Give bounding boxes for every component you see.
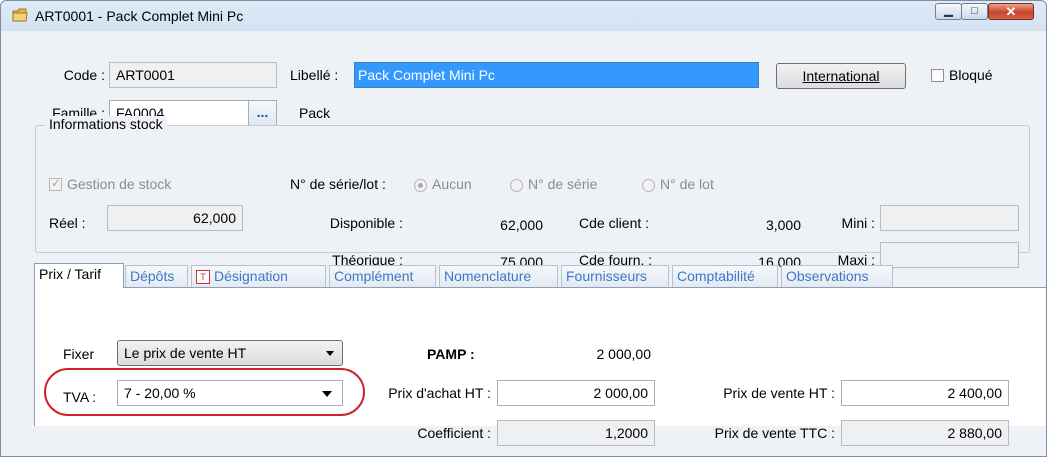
prix-vente-ttc-label: Prix de vente TTC : bbox=[714, 425, 835, 441]
code-field[interactable]: ART0001 bbox=[109, 62, 277, 88]
pamp-label: PAMP : bbox=[427, 346, 475, 362]
tab-label: Comptabilité bbox=[677, 268, 755, 284]
radio-aucun[interactable] bbox=[414, 179, 427, 192]
tab-prix-tarif[interactable]: Prix / Tarif bbox=[34, 263, 124, 288]
tab-comptabilite[interactable]: Comptabilité bbox=[672, 265, 778, 287]
tva-highlight-ring bbox=[44, 368, 365, 416]
gestion-stock-label: Gestion de stock bbox=[67, 176, 172, 192]
serie-lot-label: N° de série/lot : bbox=[290, 176, 386, 192]
close-button[interactable]: ✕ bbox=[988, 3, 1034, 20]
code-label: Code : bbox=[63, 67, 105, 83]
prix-vente-ht-label: Prix de vente HT : bbox=[723, 385, 835, 401]
minimize-button[interactable]: ▁ bbox=[935, 3, 962, 20]
tab-label: Dépôts bbox=[130, 268, 175, 284]
mini-label: Mini : bbox=[841, 215, 875, 231]
radio-lot[interactable] bbox=[642, 179, 655, 192]
radio-serie-label: N° de série bbox=[528, 176, 598, 192]
radio-lot-label: N° de lot bbox=[660, 176, 714, 192]
maximize-button[interactable]: □ bbox=[961, 3, 988, 20]
coefficient-label: Coefficient : bbox=[417, 425, 491, 441]
famille-browse-button[interactable]: ... bbox=[248, 100, 277, 126]
bloque-checkbox[interactable] bbox=[931, 69, 944, 82]
tab-fournisseurs[interactable]: Fournisseurs bbox=[561, 265, 669, 287]
radio-serie[interactable] bbox=[510, 179, 523, 192]
reel-field[interactable]: 62,000 bbox=[107, 205, 243, 231]
minimize-icon: ▁ bbox=[944, 5, 953, 17]
tab-nomenclature[interactable]: Nomenclature bbox=[439, 265, 558, 287]
prix-achat-label: Prix d'achat HT : bbox=[388, 385, 491, 401]
international-label: International bbox=[802, 68, 880, 84]
gestion-stock-checkbox[interactable] bbox=[49, 176, 62, 191]
fixer-label: Fixer bbox=[63, 346, 95, 362]
libelle-value: Pack Complet Mini Pc bbox=[358, 67, 495, 83]
fixer-value: Le prix de vente HT bbox=[124, 345, 247, 361]
title-bar[interactable]: ART0001 - Pack Complet Mini Pc ▁ □ ✕ bbox=[1, 1, 1046, 31]
window-title: ART0001 - Pack Complet Mini Pc bbox=[35, 8, 244, 24]
tab-label: Complément bbox=[334, 268, 414, 284]
tab-label: Fournisseurs bbox=[566, 268, 647, 284]
prix-vente-ht-field[interactable]: 2 400,00 bbox=[841, 380, 1009, 406]
tab-label: Désignation bbox=[214, 268, 288, 284]
libelle-field[interactable]: Pack Complet Mini Pc bbox=[354, 62, 759, 88]
close-icon: ✕ bbox=[1005, 4, 1017, 19]
chevron-down-icon bbox=[326, 351, 334, 356]
disponible-value: 62,000 bbox=[500, 217, 543, 233]
prix-achat-field[interactable]: 2 000,00 bbox=[497, 380, 655, 406]
maxi-field[interactable] bbox=[880, 242, 1019, 268]
tab-label: Observations bbox=[786, 268, 869, 284]
international-button[interactable]: International bbox=[776, 63, 906, 89]
tab-complement[interactable]: Complément bbox=[329, 265, 436, 287]
pamp-value: 2 000,00 bbox=[596, 346, 652, 362]
stock-group-title: Informations stock bbox=[45, 116, 167, 132]
famille-name: Pack bbox=[299, 105, 331, 121]
folder-icon bbox=[12, 8, 28, 22]
radio-aucun-label: Aucun bbox=[432, 176, 472, 192]
mini-field[interactable] bbox=[880, 205, 1019, 231]
cde-client-value: 3,000 bbox=[765, 217, 801, 233]
prix-vente-ttc-field[interactable]: 2 880,00 bbox=[841, 420, 1009, 446]
bloque-label: Bloqué bbox=[949, 67, 993, 83]
maximize-icon: □ bbox=[971, 5, 978, 17]
tab-observations[interactable]: Observations bbox=[781, 265, 893, 287]
coefficient-field[interactable]: 1,2000 bbox=[497, 420, 655, 446]
reel-label: Réel : bbox=[49, 215, 86, 231]
tab-depots[interactable]: Dépôts bbox=[125, 265, 188, 287]
article-window: ART0001 - Pack Complet Mini Pc ▁ □ ✕ Cod… bbox=[0, 0, 1047, 457]
cde-client-label: Cde client : bbox=[579, 215, 650, 231]
tab-label: Nomenclature bbox=[444, 268, 532, 284]
tab-designation[interactable]: T Désignation bbox=[191, 265, 326, 287]
libelle-label: Libellé : bbox=[290, 67, 339, 83]
fixer-select[interactable]: Le prix de vente HT bbox=[117, 340, 343, 366]
text-icon: T bbox=[196, 270, 210, 285]
tab-label: Prix / Tarif bbox=[39, 266, 101, 282]
disponible-label: Disponible : bbox=[329, 215, 403, 231]
